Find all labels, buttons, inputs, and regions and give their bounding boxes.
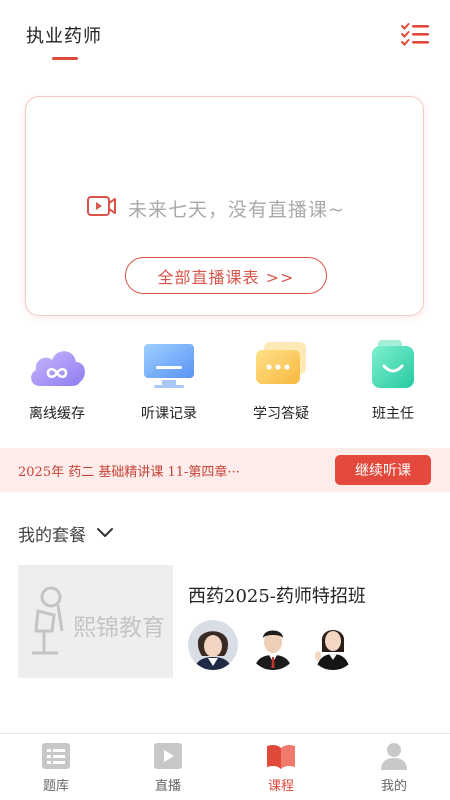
section-title: 我的套餐	[18, 526, 86, 546]
teacher-avatar	[308, 620, 358, 670]
quick-label: 班主任	[372, 406, 414, 422]
cloud-cache-icon	[26, 340, 88, 392]
offline-cache-button[interactable]: 离线缓存	[12, 340, 102, 425]
package-name: 西药2025-药师特招班	[188, 586, 366, 607]
live-empty-text: 未来七天，没有直播课~	[128, 198, 345, 221]
chevron-down-icon	[86, 524, 114, 544]
tab-label: 我的	[380, 779, 407, 794]
tab-label: 课程	[267, 779, 294, 794]
quick-label: 学习答疑	[253, 406, 309, 422]
all-live-schedule-button[interactable]: 全部直播课表 >>	[125, 257, 327, 294]
bottom-tab-bar: 题库 直播 课程 我的	[0, 733, 450, 800]
tab-course[interactable]: 课程	[225, 734, 337, 800]
checklist-menu-icon[interactable]	[400, 22, 430, 48]
header: 执业药师	[0, 0, 450, 70]
last-lesson-text: 2025年 药二 基础精讲课 11-第四章···	[18, 465, 240, 480]
package-thumbnail: 熙锦教育	[18, 565, 173, 678]
live-empty-state: 未来七天，没有直播课~	[86, 195, 345, 221]
profile-icon	[378, 741, 410, 771]
course-book-icon	[265, 741, 297, 771]
continue-learning-button[interactable]: 继续听课	[335, 455, 431, 485]
continue-learning-bar[interactable]: 2025年 药二 基础精讲课 11-第四章··· 继续听课	[0, 448, 450, 492]
quick-label: 离线缓存	[29, 406, 85, 422]
live-schedule-card: 未来七天，没有直播课~ 全部直播课表 >>	[25, 96, 424, 316]
quick-label: 听课记录	[141, 406, 197, 422]
tab-live[interactable]: 直播	[112, 734, 224, 800]
title-underline	[52, 57, 78, 60]
question-bank-icon	[40, 741, 72, 771]
tab-profile[interactable]: 我的	[338, 734, 450, 800]
teacher-avatar	[248, 620, 298, 670]
package-card[interactable]: 熙锦教育 西药2025-药师特招班	[18, 565, 438, 680]
tab-label: 直播	[154, 779, 181, 794]
class-teacher-icon	[362, 340, 424, 392]
live-video-icon	[86, 194, 118, 222]
lesson-history-button[interactable]: 听课记录	[124, 340, 214, 425]
teacher-avatar	[188, 620, 238, 670]
chat-question-icon	[250, 340, 312, 392]
tab-question-bank[interactable]: 题库	[0, 734, 112, 800]
tab-label: 题库	[42, 779, 69, 794]
live-play-icon	[152, 741, 184, 771]
class-teacher-button[interactable]: 班主任	[348, 340, 438, 425]
my-packages-toggle[interactable]: 我的套餐	[18, 521, 114, 546]
study-qa-button[interactable]: 学习答疑	[236, 340, 326, 425]
page-title[interactable]: 执业药师	[26, 22, 102, 48]
brand-logo-text: 熙锦教育	[73, 615, 165, 641]
monitor-history-icon	[138, 340, 200, 392]
